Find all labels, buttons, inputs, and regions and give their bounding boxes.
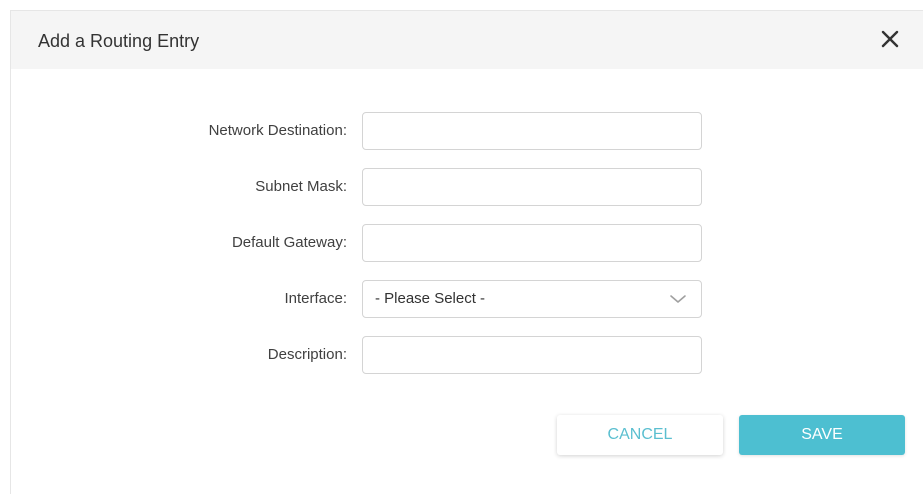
close-icon <box>881 30 899 48</box>
description-label: Description: <box>267 346 347 363</box>
save-button[interactable]: SAVE <box>739 415 905 455</box>
cancel-button[interactable]: CANCEL <box>557 415 723 455</box>
description-row: Description: <box>11 336 924 374</box>
default-gateway-input[interactable] <box>362 224 702 262</box>
subnet-mask-row: Subnet Mask: <box>11 168 924 206</box>
network-destination-row: Network Destination: <box>11 112 924 150</box>
default-gateway-row: Default Gateway: <box>11 224 924 262</box>
description-input[interactable] <box>362 336 702 374</box>
interface-select[interactable]: - Please Select - <box>362 280 702 318</box>
interface-selected-value: - Please Select - <box>375 290 486 307</box>
subnet-mask-input[interactable] <box>362 168 702 206</box>
default-gateway-label: Default Gateway: <box>231 234 347 251</box>
interface-row: Interface: - Please Select - <box>11 280 924 318</box>
chevron-down-icon <box>669 293 687 305</box>
interface-label: Interface: <box>284 290 347 307</box>
network-destination-input[interactable] <box>362 112 702 150</box>
add-routing-entry-dialog: Add a Routing Entry Network Destination:… <box>10 10 923 494</box>
subnet-mask-label: Subnet Mask: <box>255 178 347 195</box>
network-destination-label: Network Destination: <box>208 122 347 139</box>
dialog-header: Add a Routing Entry <box>11 11 923 69</box>
close-button[interactable] <box>879 28 901 50</box>
dialog-title: Add a Routing Entry <box>38 31 200 51</box>
